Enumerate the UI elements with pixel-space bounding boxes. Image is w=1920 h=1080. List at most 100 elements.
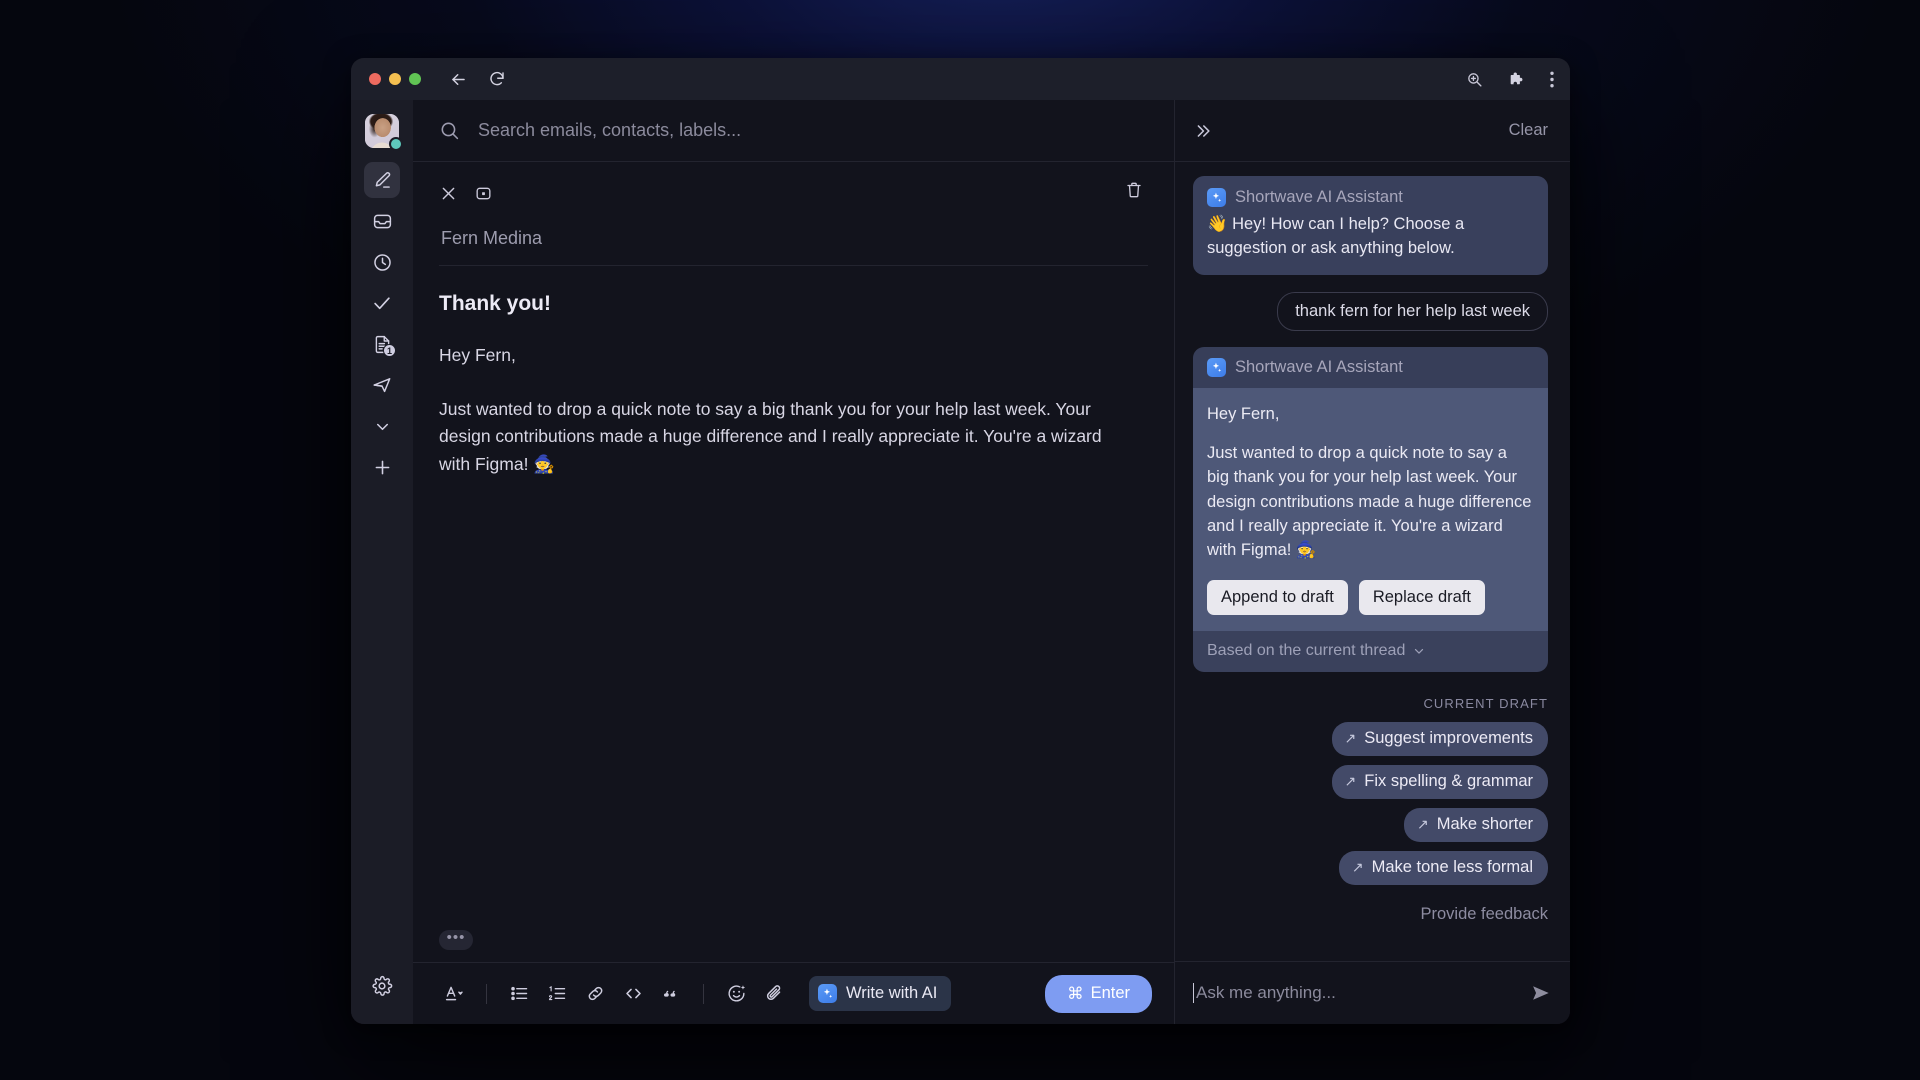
bullet-list-icon[interactable] xyxy=(504,979,534,1009)
sidebar-item-inbox[interactable] xyxy=(364,203,400,239)
puzzle-piece-icon[interactable] xyxy=(1508,71,1525,88)
text-format-icon[interactable] xyxy=(439,979,469,1009)
ai-context-label: Based on the current thread xyxy=(1207,642,1406,660)
ai-sparkle-icon xyxy=(818,984,837,1003)
ai-draft-card-header: Shortwave AI Assistant xyxy=(1193,346,1548,388)
compose-header: Fern Medina xyxy=(413,162,1174,266)
sidebar-item-drafts[interactable]: 1 xyxy=(364,326,400,362)
replace-draft-button[interactable]: Replace draft xyxy=(1358,580,1485,616)
toolbar-divider xyxy=(486,983,487,1004)
ai-panel-header: Clear xyxy=(1175,100,1570,162)
compose-action-row xyxy=(439,178,1148,208)
compose-column: Fern Medina Thank you! Hey Fern, Just wa… xyxy=(413,100,1174,1024)
checkmark-done-icon xyxy=(371,292,393,314)
minimize-window-icon[interactable] xyxy=(474,184,493,203)
search-bar xyxy=(413,100,1174,162)
inbox-icon xyxy=(372,211,393,232)
link-icon[interactable] xyxy=(580,979,610,1009)
reload-icon[interactable] xyxy=(488,70,506,88)
paper-plane-sent-icon xyxy=(371,374,393,396)
append-to-draft-button[interactable]: Append to draft xyxy=(1207,580,1348,616)
suggestion-chip-make-tone-less-formal[interactable]: ↗ Make tone less formal xyxy=(1338,851,1548,886)
search-input[interactable] xyxy=(478,120,1148,141)
code-icon[interactable] xyxy=(618,979,648,1009)
close-x-icon[interactable] xyxy=(439,184,458,203)
sidebar-item-settings[interactable] xyxy=(364,968,400,1004)
write-with-ai-button[interactable]: Write with AI xyxy=(809,976,952,1011)
chevron-down-icon xyxy=(1412,644,1426,658)
ai-sparkle-icon xyxy=(1207,188,1226,207)
search-icon xyxy=(439,120,460,141)
back-arrow-icon[interactable] xyxy=(449,70,468,89)
ai-draft-card: Shortwave AI Assistant Hey Fern, Just wa… xyxy=(1193,346,1548,673)
ai-conversation: Shortwave AI Assistant 👋 Hey! How can I … xyxy=(1175,162,1570,961)
arrow-up-right-icon: ↗ xyxy=(1351,859,1364,876)
gear-settings-icon xyxy=(371,975,393,997)
email-paragraph: Just wanted to drop a quick note to say … xyxy=(439,398,1102,474)
close-window-button[interactable] xyxy=(369,73,381,85)
suggestion-chip-label: Fix spelling & grammar xyxy=(1364,772,1533,791)
ai-panel-footer xyxy=(1175,961,1570,1024)
avatar-status-indicator xyxy=(389,137,403,151)
compose-body[interactable]: Thank you! Hey Fern, Just wanted to drop… xyxy=(413,266,1174,930)
sidebar-item-snoozed[interactable] xyxy=(364,244,400,280)
suggestion-chip-label: Make tone less formal xyxy=(1371,858,1533,877)
chevron-down-icon xyxy=(373,417,392,436)
emoji-icon[interactable] xyxy=(721,979,751,1009)
email-subject: Thank you! xyxy=(439,292,552,315)
show-more-options-button[interactable]: ••• xyxy=(439,930,473,950)
attachment-paperclip-icon[interactable] xyxy=(759,979,789,1009)
minimize-window-button[interactable] xyxy=(389,73,401,85)
three-dot-menu-icon[interactable] xyxy=(1550,71,1554,88)
assistant-name: Shortwave AI Assistant xyxy=(1235,188,1403,206)
sidebar-item-sent[interactable] xyxy=(364,367,400,403)
numbered-list-icon[interactable] xyxy=(542,979,572,1009)
ai-draft-paragraph: Just wanted to drop a quick note to say … xyxy=(1207,444,1532,560)
sidebar-item-done[interactable] xyxy=(364,285,400,321)
suggestion-chip-fix-spelling-grammar[interactable]: ↗ Fix spelling & grammar xyxy=(1331,765,1548,800)
suggestion-chip-label: Make shorter xyxy=(1436,815,1533,834)
compose-toolbar: Write with AI ⌘ Enter xyxy=(413,962,1174,1024)
left-navigation-rail: 1 xyxy=(351,100,413,1024)
plus-icon xyxy=(372,457,393,478)
quote-icon[interactable] xyxy=(656,979,686,1009)
write-with-ai-label: Write with AI xyxy=(846,984,938,1002)
arrow-up-right-icon: ↗ xyxy=(1344,773,1357,790)
suggestion-chip-make-shorter[interactable]: ↗ Make shorter xyxy=(1403,808,1548,843)
send-arrow-icon[interactable] xyxy=(1530,982,1552,1004)
ai-greeting-text: 👋 Hey! How can I help? Choose a suggesti… xyxy=(1207,215,1465,257)
ai-context-selector[interactable]: Based on the current thread xyxy=(1193,631,1548,673)
window-traffic-lights xyxy=(369,73,421,85)
sidebar-item-add[interactable] xyxy=(364,449,400,485)
ai-draft-paragraph: Hey Fern, xyxy=(1207,404,1280,423)
clock-snoozed-icon xyxy=(372,252,393,273)
current-draft-section-label: CURRENT DRAFT xyxy=(1423,696,1548,712)
user-avatar[interactable] xyxy=(365,114,403,151)
recipient-field[interactable]: Fern Medina xyxy=(439,214,1148,266)
user-message-bubble: thank fern for her help last week xyxy=(1277,291,1548,331)
app-body: 1 Search emails, contacts, labels... Fer… xyxy=(351,100,1570,1024)
assistant-name: Shortwave AI Assistant xyxy=(1235,357,1403,376)
arrow-up-right-icon: ↗ xyxy=(1416,816,1429,833)
double-chevron-right-icon[interactable] xyxy=(1193,121,1213,141)
send-button-label: Enter xyxy=(1090,984,1130,1002)
ask-input[interactable] xyxy=(1193,983,1520,1003)
sidebar-item-compose[interactable] xyxy=(364,162,400,198)
ai-assistant-panel: Clear Shortwave AI Assistant 👋 Hey! How … xyxy=(1174,100,1570,1024)
trash-delete-icon[interactable] xyxy=(1124,180,1144,200)
zoom-in-icon[interactable] xyxy=(1466,71,1483,88)
sidebar-item-more[interactable] xyxy=(364,408,400,444)
maximize-window-button[interactable] xyxy=(409,73,421,85)
toolbar-divider xyxy=(703,983,704,1004)
arrow-up-right-icon: ↗ xyxy=(1344,730,1357,747)
suggestion-chip-list: ↗ Suggest improvements ↗ Fix spelling & … xyxy=(1193,722,1548,886)
ask-input-row xyxy=(1193,962,1552,1024)
clear-conversation-button[interactable]: Clear xyxy=(1509,121,1548,140)
ai-greeting-message: Shortwave AI Assistant 👋 Hey! How can I … xyxy=(1193,176,1548,275)
send-button[interactable]: ⌘ Enter xyxy=(1045,974,1152,1013)
assistant-identity-row: Shortwave AI Assistant xyxy=(1207,188,1533,207)
suggestion-chip-suggest-improvements[interactable]: ↗ Suggest improvements xyxy=(1331,722,1548,757)
provide-feedback-link[interactable]: Provide feedback xyxy=(1193,905,1549,924)
ai-draft-card-body: Hey Fern, Just wanted to drop a quick no… xyxy=(1193,387,1548,632)
suggestion-chip-label: Suggest improvements xyxy=(1364,729,1533,748)
